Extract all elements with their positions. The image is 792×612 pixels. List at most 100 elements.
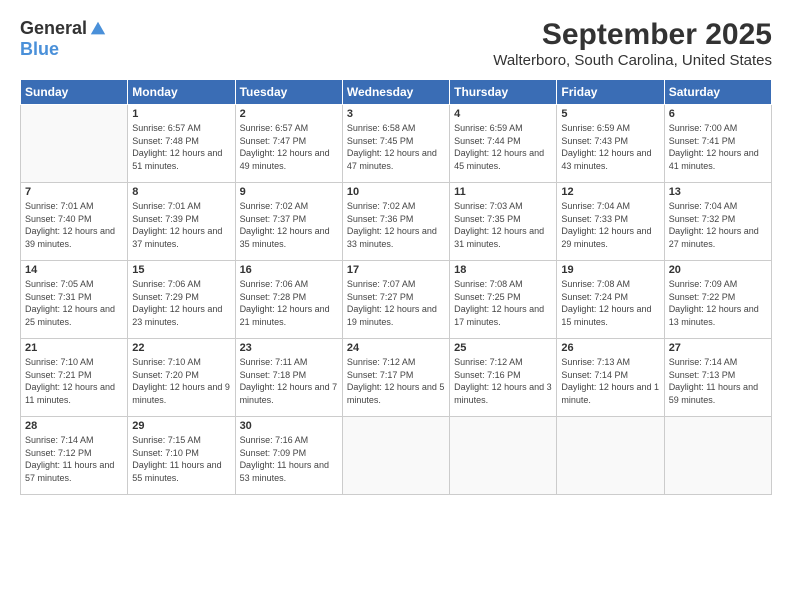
day-number: 10	[347, 186, 445, 198]
calendar-cell: 20Sunrise: 7:09 AM Sunset: 7:22 PM Dayli…	[664, 261, 771, 339]
day-info: Sunrise: 7:02 AM Sunset: 7:37 PM Dayligh…	[240, 200, 338, 250]
page: General Blue September 2025 Walterboro, …	[0, 0, 792, 612]
day-info: Sunrise: 7:14 AM Sunset: 7:13 PM Dayligh…	[669, 356, 767, 406]
day-number: 27	[669, 342, 767, 354]
calendar-cell: 15 Sunrise: 7:06 AM Sunset: 7:29 PM Dayli…	[128, 261, 235, 339]
calendar-cell: 25 Sunrise: 7:12 AM Sunset: 7:16 PM Dayli…	[450, 339, 557, 417]
day-number: 2	[240, 108, 338, 120]
day-info: Sunrise: 7:11 AM Sunset: 7:18 PM Dayligh…	[240, 356, 338, 406]
col-sunday: Sunday	[21, 80, 128, 105]
calendar-cell: 11Sunrise: 7:03 AM Sunset: 7:35 PM Dayli…	[450, 183, 557, 261]
col-tuesday: Tuesday	[235, 80, 342, 105]
day-info: Sunrise: 7:10 AM Sunset: 7:20 PM Dayligh…	[132, 356, 230, 406]
calendar-cell: 18 Sunrise: 7:08 AM Sunset: 7:25 PM Dayli…	[450, 261, 557, 339]
day-info: Sunrise: 7:00 AM Sunset: 7:41 PM Dayligh…	[669, 122, 767, 172]
day-number: 26	[561, 342, 659, 354]
day-number: 19	[561, 264, 659, 276]
day-number: 22	[132, 342, 230, 354]
day-number: 30	[240, 420, 338, 432]
day-info: Sunrise: 7:08 AM Sunset: 7:24 PM Dayligh…	[561, 278, 659, 328]
day-info: Sunrise: 7:14 AM Sunset: 7:12 PM Dayligh…	[25, 434, 123, 484]
calendar-cell: 9 Sunrise: 7:02 AM Sunset: 7:37 PM Daylig…	[235, 183, 342, 261]
calendar-table: Sunday Monday Tuesday Wednesday Thursday…	[20, 79, 772, 495]
day-info: Sunrise: 7:05 AM Sunset: 7:31 PM Dayligh…	[25, 278, 123, 328]
col-saturday: Saturday	[664, 80, 771, 105]
title-block: September 2025 Walterboro, South Carolin…	[493, 18, 772, 69]
col-thursday: Thursday	[450, 80, 557, 105]
calendar-cell: 14Sunrise: 7:05 AM Sunset: 7:31 PM Dayli…	[21, 261, 128, 339]
day-info: Sunrise: 7:06 AM Sunset: 7:28 PM Dayligh…	[240, 278, 338, 328]
calendar-cell: 12 Sunrise: 7:04 AM Sunset: 7:33 PM Dayli…	[557, 183, 664, 261]
day-number: 16	[240, 264, 338, 276]
day-number: 21	[25, 342, 123, 354]
month-title: September 2025	[493, 18, 772, 52]
day-number: 5	[561, 108, 659, 120]
day-number: 25	[454, 342, 552, 354]
col-wednesday: Wednesday	[342, 80, 449, 105]
calendar-cell: 16 Sunrise: 7:06 AM Sunset: 7:28 PM Dayli…	[235, 261, 342, 339]
day-number: 18	[454, 264, 552, 276]
calendar-week-0: 1 Sunrise: 6:57 AM Sunset: 7:48 PM Daylig…	[21, 105, 772, 183]
day-number: 12	[561, 186, 659, 198]
calendar-cell: 10 Sunrise: 7:02 AM Sunset: 7:36 PM Dayli…	[342, 183, 449, 261]
calendar-cell: 21 Sunrise: 7:10 AM Sunset: 7:21 PM Dayli…	[21, 339, 128, 417]
day-info: Sunrise: 7:01 AM Sunset: 7:40 PM Dayligh…	[25, 200, 123, 250]
day-info: Sunrise: 7:15 AM Sunset: 7:10 PM Dayligh…	[132, 434, 230, 484]
day-number: 3	[347, 108, 445, 120]
logo-general-text: General	[20, 18, 87, 39]
day-info: Sunrise: 7:07 AM Sunset: 7:27 PM Dayligh…	[347, 278, 445, 328]
day-info: Sunrise: 7:02 AM Sunset: 7:36 PM Dayligh…	[347, 200, 445, 250]
calendar-cell: 2 Sunrise: 6:57 AM Sunset: 7:47 PM Daylig…	[235, 105, 342, 183]
day-info: Sunrise: 7:08 AM Sunset: 7:25 PM Dayligh…	[454, 278, 552, 328]
calendar-week-3: 21 Sunrise: 7:10 AM Sunset: 7:21 PM Dayli…	[21, 339, 772, 417]
calendar-cell	[664, 417, 771, 495]
day-number: 15	[132, 264, 230, 276]
day-number: 28	[25, 420, 123, 432]
day-number: 17	[347, 264, 445, 276]
day-number: 9	[240, 186, 338, 198]
calendar-cell	[21, 105, 128, 183]
calendar-cell: 3 Sunrise: 6:58 AM Sunset: 7:45 PM Daylig…	[342, 105, 449, 183]
day-number: 29	[132, 420, 230, 432]
calendar-cell	[342, 417, 449, 495]
logo-blue-text: Blue	[20, 39, 59, 60]
day-info: Sunrise: 7:06 AM Sunset: 7:29 PM Dayligh…	[132, 278, 230, 328]
col-friday: Friday	[557, 80, 664, 105]
calendar-cell	[557, 417, 664, 495]
calendar-cell: 13 Sunrise: 7:04 AM Sunset: 7:32 PM Dayli…	[664, 183, 771, 261]
day-number: 13	[669, 186, 767, 198]
calendar-cell: 5 Sunrise: 6:59 AM Sunset: 7:43 PM Daylig…	[557, 105, 664, 183]
header: General Blue September 2025 Walterboro, …	[20, 18, 772, 69]
day-info: Sunrise: 7:01 AM Sunset: 7:39 PM Dayligh…	[132, 200, 230, 250]
day-info: Sunrise: 7:10 AM Sunset: 7:21 PM Dayligh…	[25, 356, 123, 406]
day-info: Sunrise: 6:59 AM Sunset: 7:43 PM Dayligh…	[561, 122, 659, 172]
calendar-week-4: 28 Sunrise: 7:14 AM Sunset: 7:12 PM Dayli…	[21, 417, 772, 495]
calendar-cell	[450, 417, 557, 495]
logo: General Blue	[20, 18, 107, 60]
day-info: Sunrise: 6:57 AM Sunset: 7:48 PM Dayligh…	[132, 122, 230, 172]
calendar-cell: 27 Sunrise: 7:14 AM Sunset: 7:13 PM Dayli…	[664, 339, 771, 417]
calendar-cell: 23Sunrise: 7:11 AM Sunset: 7:18 PM Dayli…	[235, 339, 342, 417]
calendar-cell: 24Sunrise: 7:12 AM Sunset: 7:17 PM Dayli…	[342, 339, 449, 417]
calendar-cell: 17 Sunrise: 7:07 AM Sunset: 7:27 PM Dayli…	[342, 261, 449, 339]
calendar-cell: 29 Sunrise: 7:15 AM Sunset: 7:10 PM Dayli…	[128, 417, 235, 495]
day-info: Sunrise: 7:16 AM Sunset: 7:09 PM Dayligh…	[240, 434, 338, 484]
calendar-cell: 22 Sunrise: 7:10 AM Sunset: 7:20 PM Dayli…	[128, 339, 235, 417]
calendar-cell: 28 Sunrise: 7:14 AM Sunset: 7:12 PM Dayli…	[21, 417, 128, 495]
logo-icon	[89, 20, 107, 38]
day-number: 4	[454, 108, 552, 120]
day-info: Sunrise: 7:04 AM Sunset: 7:32 PM Dayligh…	[669, 200, 767, 250]
day-info: Sunrise: 7:09 AM Sunset: 7:22 PM Dayligh…	[669, 278, 767, 328]
day-info: Sunrise: 6:57 AM Sunset: 7:47 PM Dayligh…	[240, 122, 338, 172]
calendar-cell: 26 Sunrise: 7:13 AM Sunset: 7:14 PM Dayli…	[557, 339, 664, 417]
day-info: Sunrise: 7:12 AM Sunset: 7:16 PM Dayligh…	[454, 356, 552, 406]
calendar-week-1: 7Sunrise: 7:01 AM Sunset: 7:40 PM Daylig…	[21, 183, 772, 261]
calendar-cell: 19 Sunrise: 7:08 AM Sunset: 7:24 PM Dayli…	[557, 261, 664, 339]
day-info: Sunrise: 7:04 AM Sunset: 7:33 PM Dayligh…	[561, 200, 659, 250]
day-info: Sunrise: 6:58 AM Sunset: 7:45 PM Dayligh…	[347, 122, 445, 172]
calendar-week-2: 14Sunrise: 7:05 AM Sunset: 7:31 PM Dayli…	[21, 261, 772, 339]
day-info: Sunrise: 7:13 AM Sunset: 7:14 PM Dayligh…	[561, 356, 659, 406]
day-number: 1	[132, 108, 230, 120]
day-number: 24	[347, 342, 445, 354]
day-number: 8	[132, 186, 230, 198]
